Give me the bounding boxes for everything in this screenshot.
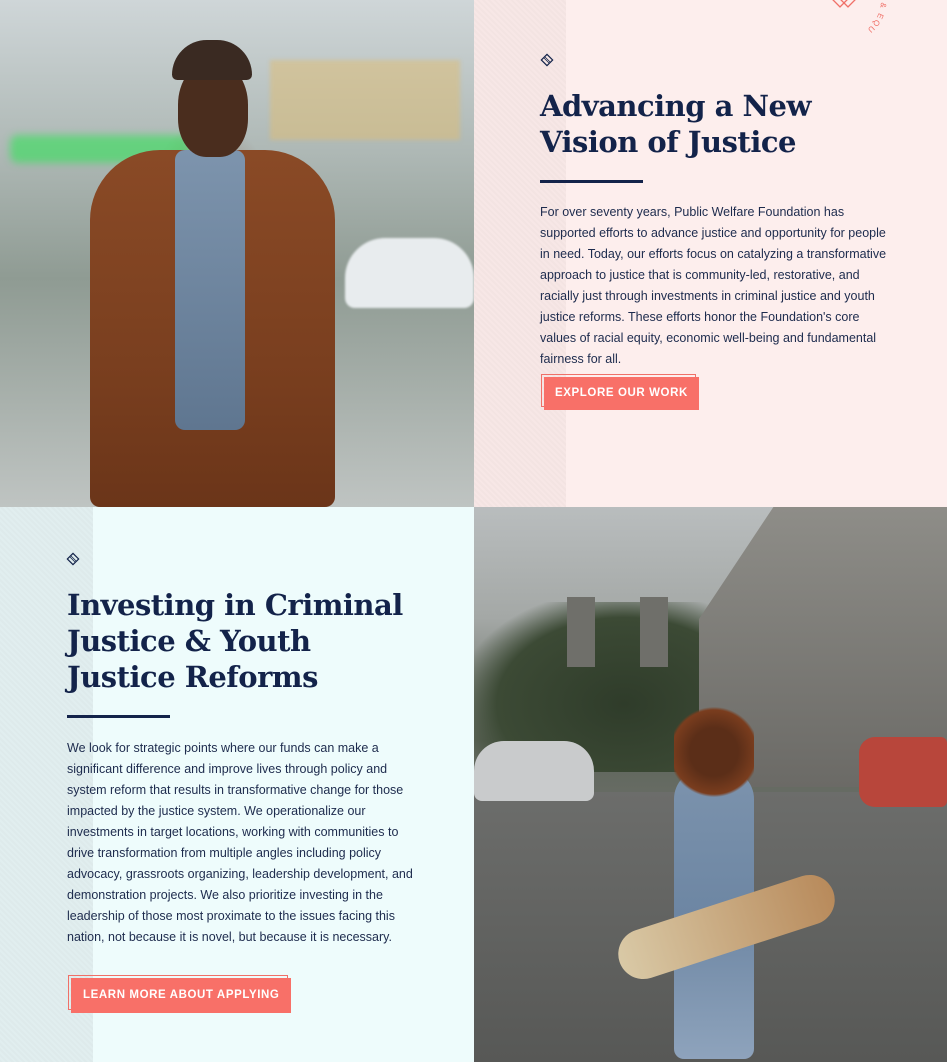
photo-hair — [674, 707, 754, 797]
section-heading: Investing in Criminal Justice & Youth Ju… — [67, 587, 447, 695]
seal-badge: TICE, OPPORTUNITY & EQU — [800, 0, 888, 35]
photo-church-tower — [567, 597, 595, 667]
diamond-icon — [540, 53, 554, 67]
section-body: For over seventy years, Public Welfare F… — [540, 205, 887, 366]
photo-car — [474, 741, 594, 801]
seal-diamond-icon — [829, 0, 859, 8]
photo-man-in-coat — [0, 0, 474, 507]
heading-line: Justice Reforms — [67, 660, 318, 694]
heading-line: Justice & Youth — [67, 624, 311, 658]
divider-rule — [540, 180, 643, 183]
learn-more-about-applying-button[interactable]: LEARN MORE ABOUT APPLYING — [71, 978, 292, 1013]
photo-church-tower — [640, 597, 668, 667]
section-investing-reforms: Investing in Criminal Justice & Youth Ju… — [0, 507, 474, 1062]
photo-denim-jacket — [175, 150, 245, 430]
heading-line: Vision of Justice — [540, 125, 796, 159]
photo-car — [859, 737, 947, 807]
seal-text: TICE, OPPORTUNITY & EQU — [800, 0, 888, 35]
section-heading: Advancing a New Vision of Justice — [540, 88, 900, 160]
heading-line: Investing in Criminal — [67, 588, 403, 622]
photo-storefront — [270, 60, 460, 140]
learn-more-button-wrap: LEARN MORE ABOUT APPLYING — [68, 975, 292, 1013]
section-body: We look for strategic points where our f… — [67, 741, 413, 944]
section-advancing-justice: Advancing a New Vision of Justice For ov… — [474, 0, 947, 507]
page: Advancing a New Vision of Justice For ov… — [0, 0, 947, 1062]
photo-woman-with-skateboard — [474, 507, 947, 1062]
photo-cap — [172, 40, 252, 80]
explore-button-wrap: EXPLORE OUR WORK — [541, 374, 699, 410]
explore-our-work-button[interactable]: EXPLORE OUR WORK — [544, 377, 699, 410]
diamond-icon — [66, 552, 80, 566]
photo-car — [345, 238, 474, 308]
divider-rule — [67, 715, 170, 718]
heading-line: Advancing a New — [540, 89, 811, 123]
